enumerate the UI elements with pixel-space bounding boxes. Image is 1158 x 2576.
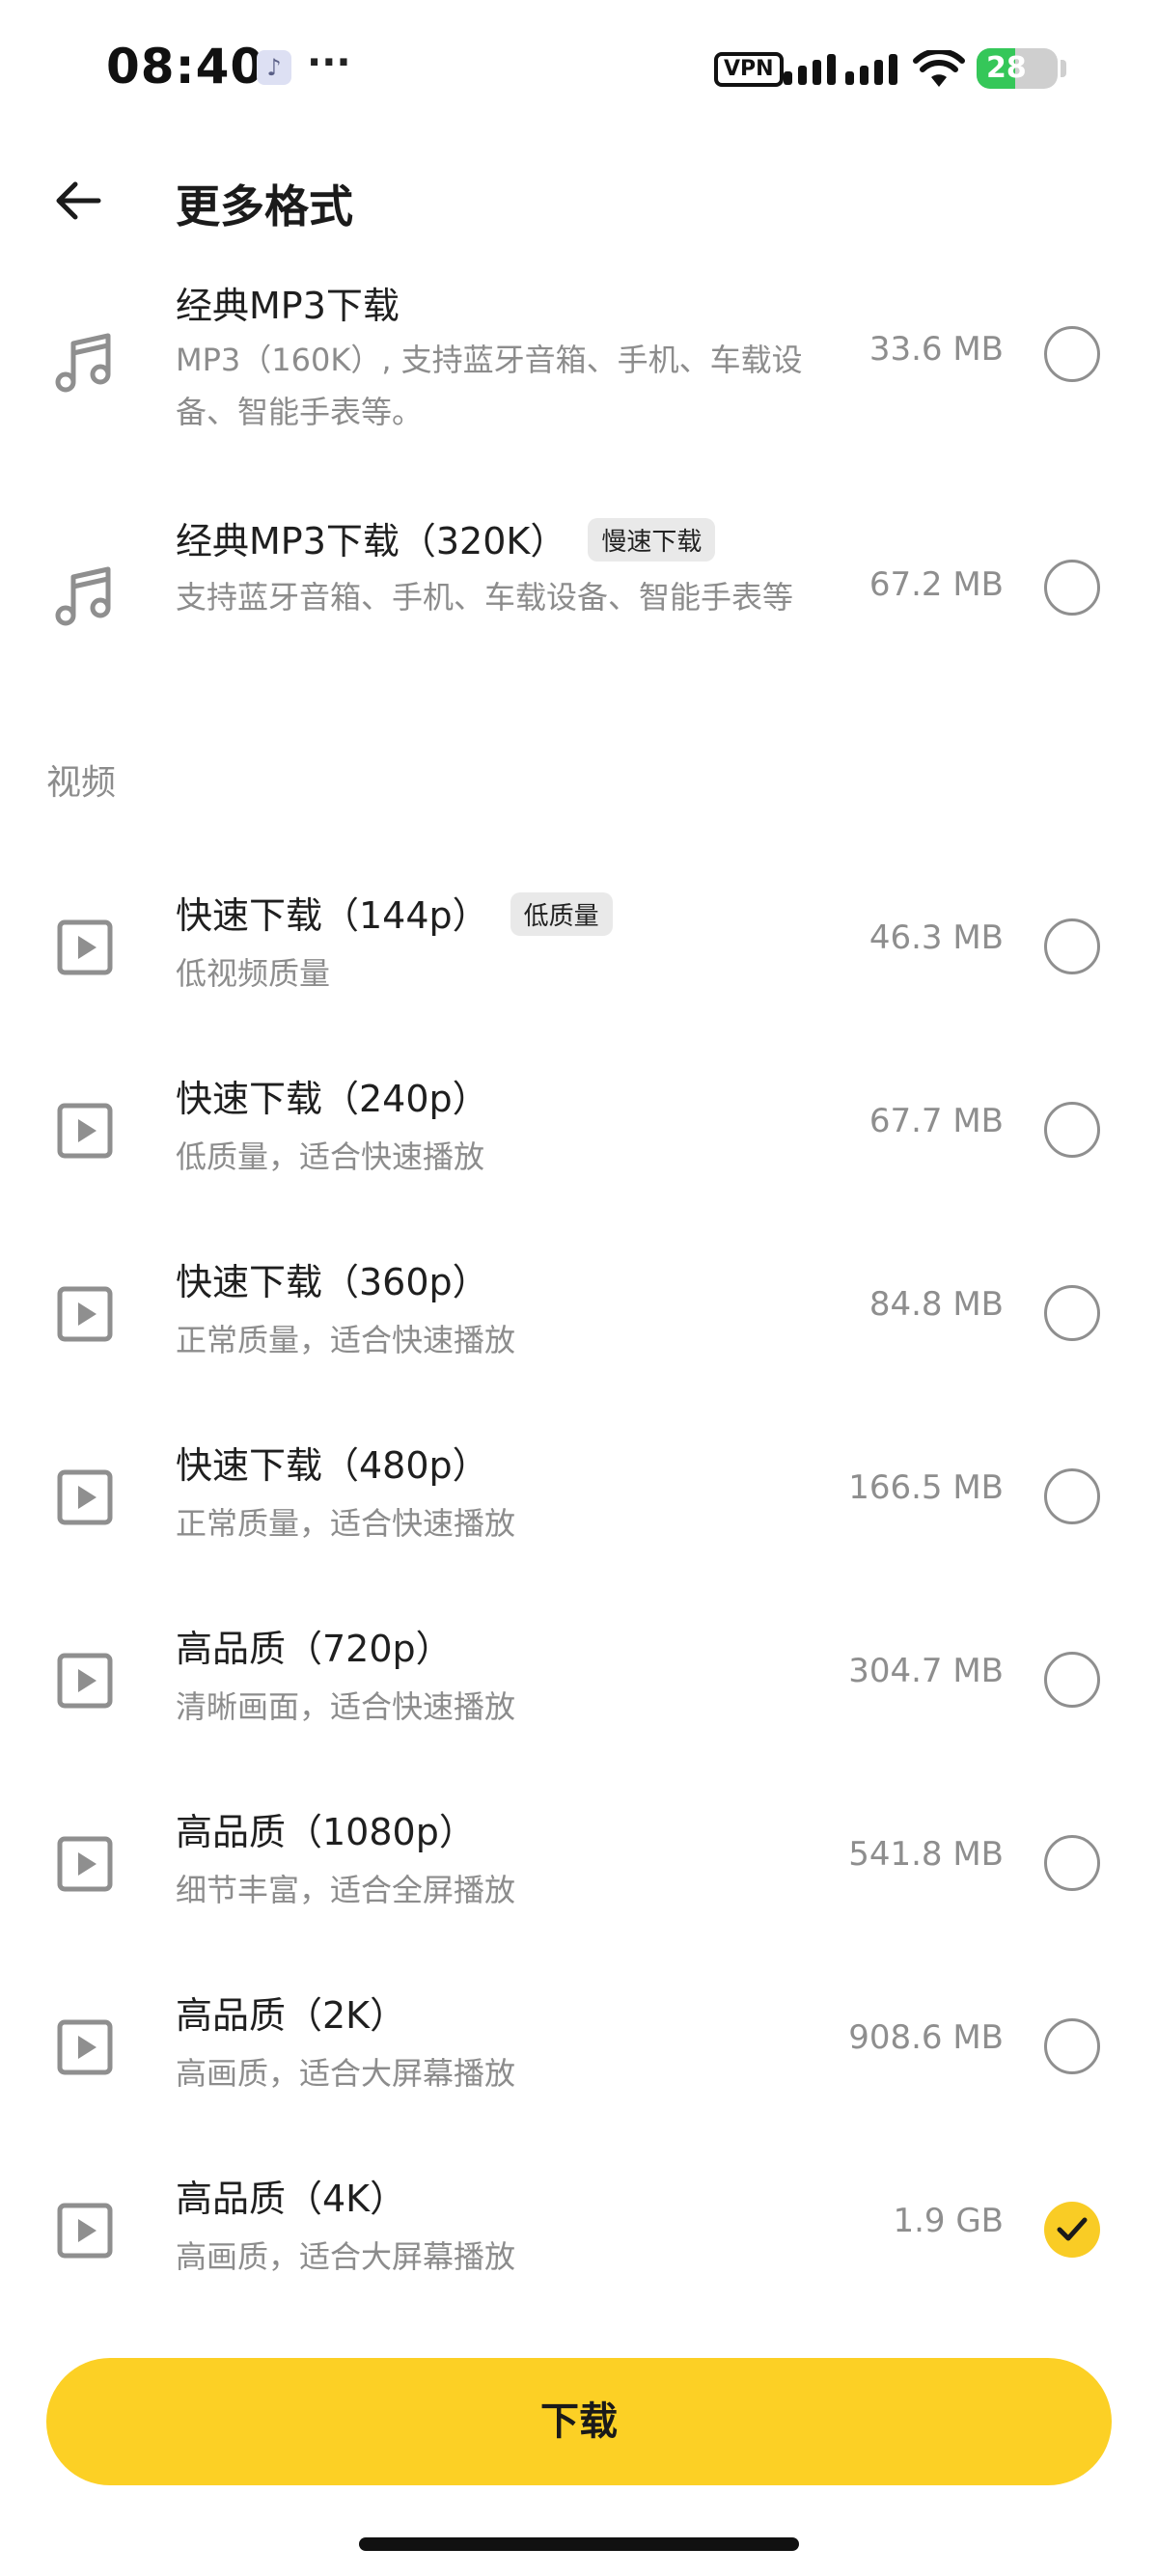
radio-button-selected[interactable] — [1044, 2202, 1100, 2258]
radio-button[interactable] — [1044, 1835, 1100, 1891]
format-title: 快速下载（240p） — [176, 1078, 489, 1120]
play-icon — [57, 1469, 113, 1525]
play-icon — [57, 919, 113, 975]
format-title: 高品质（1080p） — [176, 1811, 476, 1853]
format-title: 经典MP3下载 — [176, 285, 400, 327]
format-title: 经典MP3下载（320K） 慢速下载 — [176, 511, 716, 565]
radio-button[interactable] — [1044, 918, 1100, 974]
file-size: 67.7 MB — [868, 1102, 1004, 1140]
vpn-badge: VPN — [714, 52, 784, 87]
status-time: 08:40 — [106, 39, 265, 95]
format-title: 高品质（4K） — [176, 2178, 407, 2220]
format-option-mp3-320k[interactable]: 经典MP3下载（320K） 慢速下载 支持蓝牙音箱、手机、车载设备、智能手表等 6… — [0, 506, 1158, 699]
format-title: 快速下载（144p） 低质量 — [176, 886, 613, 940]
file-size: 46.3 MB — [868, 918, 1004, 957]
format-subtitle: 支持蓝牙音箱、手机、车载设备、智能手表等 — [176, 579, 794, 616]
file-size: 1.9 GB — [893, 2202, 1004, 2240]
home-indicator[interactable] — [359, 2537, 799, 2551]
status-bar: 08:40 ♪ ··· VPN 28 — [0, 0, 1158, 135]
radio-button[interactable] — [1044, 560, 1100, 616]
slow-download-badge: 慢速下载 — [588, 518, 716, 562]
format-subtitle: 低质量，适合快速播放 — [176, 1138, 485, 1175]
format-option-240p[interactable]: 快速下载（240p） 低质量，适合快速播放 67.7 MB — [0, 1063, 1158, 1218]
page-title: 更多格式 — [176, 180, 353, 233]
format-option-144p[interactable]: 快速下载（144p） 低质量 低视频质量 46.3 MB — [0, 880, 1158, 1034]
file-size: 33.6 MB — [868, 330, 1004, 369]
file-size: 541.8 MB — [848, 1835, 1004, 1874]
format-title: 快速下载（360p） — [176, 1261, 489, 1303]
low-quality-badge: 低质量 — [510, 892, 613, 936]
format-subtitle: 高画质，适合大屏幕播放 — [176, 2055, 516, 2092]
battery-level: 28 — [986, 51, 1027, 85]
play-icon — [57, 1286, 113, 1342]
play-icon — [57, 1653, 113, 1709]
play-icon — [57, 1836, 113, 1892]
format-title: 高品质（2K） — [176, 1994, 407, 2037]
format-title: 快速下载（480p） — [176, 1444, 489, 1487]
format-subtitle: MP3（160K）, 支持蓝牙音箱、手机、车载设备、智能手表等。 — [176, 342, 803, 430]
radio-button[interactable] — [1044, 1285, 1100, 1341]
format-option-mp3-160k[interactable]: 经典MP3下载 MP3（160K）, 支持蓝牙音箱、手机、车载设备、智能手表等。… — [0, 270, 1158, 463]
battery-tip — [1061, 60, 1066, 77]
play-icon — [57, 1103, 113, 1159]
play-icon — [57, 2019, 113, 2075]
format-subtitle: 低视频质量 — [176, 955, 331, 992]
music-note-icon — [55, 333, 111, 393]
format-subtitle: 正常质量，适合快速播放 — [176, 1505, 516, 1542]
radio-button[interactable] — [1044, 1102, 1100, 1158]
format-option-360p[interactable]: 快速下载（360p） 正常质量，适合快速播放 84.8 MB — [0, 1247, 1158, 1401]
format-subtitle: 正常质量，适合快速播放 — [176, 1322, 516, 1358]
file-size: 84.8 MB — [868, 1285, 1004, 1324]
format-option-720p[interactable]: 高品质（720p） 清晰画面，适合快速播放 304.7 MB — [0, 1613, 1158, 1768]
wifi-icon — [913, 50, 965, 87]
format-title: 高品质（720p） — [176, 1628, 453, 1670]
format-option-480p[interactable]: 快速下载（480p） 正常质量，适合快速播放 166.5 MB — [0, 1430, 1158, 1584]
section-label-video: 视频 — [46, 763, 117, 803]
radio-button[interactable] — [1044, 2018, 1100, 2074]
file-size: 67.2 MB — [868, 565, 1004, 604]
play-icon — [57, 2203, 113, 2259]
format-option-4k[interactable]: 高品质（4K） 高画质，适合大屏幕播放 1.9 GB — [0, 2163, 1158, 2317]
checkmark-icon — [1057, 2217, 1088, 2241]
arrow-left-icon[interactable] — [50, 172, 108, 230]
format-subtitle: 细节丰富，适合全屏播放 — [176, 1872, 516, 1908]
download-button[interactable]: 下载 — [46, 2358, 1112, 2485]
music-note-icon — [55, 566, 111, 626]
page-header: 更多格式 — [0, 145, 1158, 260]
format-subtitle: 清晰画面，适合快速播放 — [176, 1688, 516, 1725]
battery-icon: 28 — [977, 48, 1058, 89]
file-size: 304.7 MB — [848, 1652, 1004, 1690]
radio-button[interactable] — [1044, 326, 1100, 382]
format-subtitle: 高画质，适合大屏幕播放 — [176, 2238, 516, 2275]
file-size: 166.5 MB — [848, 1468, 1004, 1507]
radio-button[interactable] — [1044, 1652, 1100, 1708]
format-option-2k[interactable]: 高品质（2K） 高画质，适合大屏幕播放 908.6 MB — [0, 1980, 1158, 2134]
format-option-1080p[interactable]: 高品质（1080p） 细节丰富，适合全屏播放 541.8 MB — [0, 1796, 1158, 1951]
more-notifications-icon: ··· — [307, 41, 351, 85]
file-size: 908.6 MB — [848, 2018, 1004, 2057]
signal-icon — [784, 54, 897, 85]
music-note-icon: ♪ — [257, 50, 291, 85]
radio-button[interactable] — [1044, 1468, 1100, 1524]
